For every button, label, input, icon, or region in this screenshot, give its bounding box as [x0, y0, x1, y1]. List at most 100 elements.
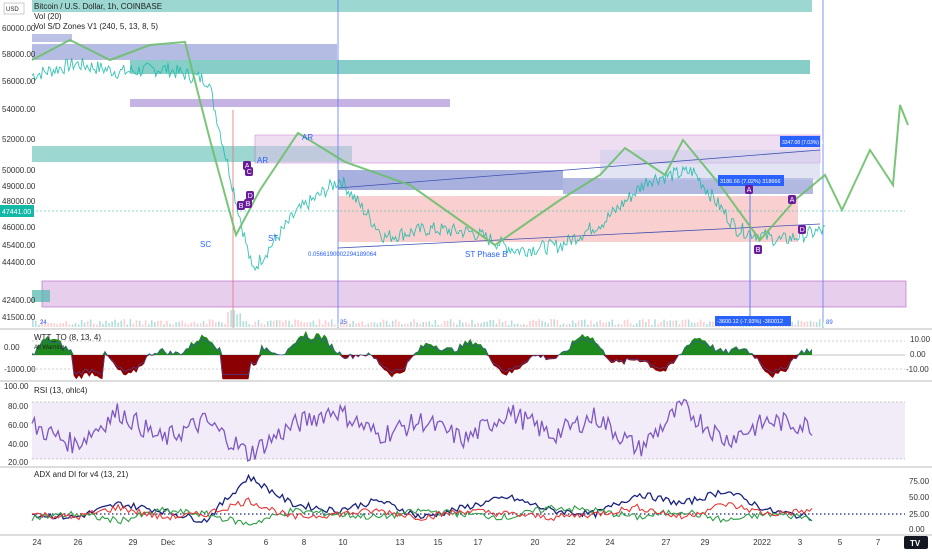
volume-bar: [330, 319, 333, 327]
currency-badge-label: USD: [6, 7, 19, 13]
volume-bar: [501, 322, 504, 327]
chart-canvas[interactable]: SC ST AR AR ST Phase B 0.056619000229418…: [0, 0, 932, 550]
rsi-tick-20: 20.00: [8, 458, 29, 467]
volume-bar: [635, 323, 638, 327]
volume-bar: [352, 320, 354, 327]
volume-bar: [449, 319, 452, 327]
volume-bar: [806, 321, 809, 327]
vol-label-left: 24: [40, 320, 47, 326]
volume-bar: [93, 323, 95, 327]
volume-bar: [818, 319, 821, 327]
indicator-vol: Vol (20): [34, 12, 62, 21]
volume-bar: [224, 324, 226, 327]
volume-bar: [407, 323, 409, 327]
volume-bar: [218, 321, 220, 327]
volume-bar: [568, 324, 571, 327]
volume-bar: [632, 325, 635, 327]
wt-subtitle: All Warning: [34, 345, 64, 351]
volume-bar: [254, 321, 257, 327]
x-tick: 24: [33, 538, 42, 547]
adx-tick-50: 50.00: [909, 493, 930, 502]
adx-title: ADX and DI for v4 (13, 21): [34, 470, 129, 479]
volume-bar: [245, 320, 248, 327]
volume-bar: [446, 320, 449, 327]
label-sc: SC: [200, 240, 211, 249]
volume-bar: [333, 324, 336, 327]
main-y-tick: 41500.00: [2, 313, 36, 322]
main-y-tick: 56000.00: [2, 77, 36, 86]
volume-bar: [507, 325, 510, 327]
volume-bar: [114, 319, 116, 327]
volume-bar: [638, 320, 641, 327]
volume-bar: [196, 323, 199, 327]
volume-bar: [53, 323, 55, 327]
volume-bar: [416, 322, 418, 327]
pattern-badge-label: C: [247, 169, 252, 176]
x-tick: 8: [302, 538, 307, 547]
volume-bar: [504, 321, 507, 327]
volume-bar: [358, 322, 360, 327]
volume-bar: [56, 324, 58, 327]
volume-bar: [596, 321, 598, 327]
volume-bar: [605, 322, 607, 327]
volume-bar: [431, 324, 434, 327]
volume-bar: [379, 322, 382, 327]
volume-bar: [181, 320, 183, 327]
volume-bar: [276, 319, 278, 327]
volume-bar: [629, 323, 632, 327]
pattern-badge-label: B: [246, 201, 251, 208]
volume-bar: [584, 319, 586, 327]
volume-bar: [440, 324, 443, 327]
x-tick: 2022: [753, 538, 771, 547]
volume-bar: [428, 321, 431, 327]
volume-bar: [233, 310, 235, 327]
wt-title: WTT_TO (8, 13, 4): [34, 333, 101, 342]
volume-bar: [660, 321, 662, 327]
main-y-tick: 52000.00: [2, 135, 36, 144]
volume-bar: [236, 314, 238, 327]
pattern-badge-label: D: [800, 227, 805, 234]
volume-bar: [571, 320, 574, 327]
volume-bar: [562, 323, 565, 327]
volume-bar: [96, 324, 98, 327]
pattern-badge-label: A: [747, 187, 752, 194]
rsi-tick-60: 60.00: [8, 421, 29, 430]
volume-bar: [437, 324, 440, 327]
volume-bar: [294, 319, 296, 327]
volume-bar: [517, 323, 519, 327]
volume-bar: [675, 320, 678, 327]
label-st: ST: [268, 234, 278, 243]
volume-bar: [190, 322, 193, 327]
vol-label-right: 89: [826, 320, 833, 326]
volume-bar: [150, 320, 153, 327]
volume-bar: [532, 319, 534, 327]
volume-bar: [169, 323, 171, 327]
main-y-tick: 60000.00: [2, 24, 36, 33]
volume-bar: [398, 321, 400, 327]
volume-bar: [327, 322, 330, 327]
volume-bar: [321, 324, 324, 327]
volume-bar: [623, 320, 626, 327]
volume-bar: [809, 320, 812, 327]
x-tick: 5: [838, 538, 843, 547]
volume-bar: [187, 324, 190, 327]
volume-bar: [117, 322, 119, 327]
volume-bar: [324, 320, 327, 327]
logo-text: TV: [910, 539, 921, 548]
volume-bar: [559, 324, 562, 327]
volume-bar: [193, 321, 196, 327]
volume-bar: [577, 320, 580, 327]
indicator-sdzones: Vol S/D Zones V1 (240, 5, 13, 8, 5): [34, 22, 158, 31]
main-y-tick: 46000.00: [2, 223, 36, 232]
volume-bar: [108, 322, 110, 327]
volume-bar: [687, 319, 690, 327]
teal-zone-mid: [130, 60, 810, 74]
volume-bar: [71, 324, 74, 327]
volume-bar: [477, 322, 479, 327]
vol-label-mid: 35: [340, 320, 347, 326]
blue-zone-b: [32, 44, 337, 60]
volume-bar: [465, 322, 467, 327]
x-tick: 10: [339, 538, 348, 547]
volume-bar: [556, 319, 559, 327]
volume-bar: [459, 319, 461, 327]
